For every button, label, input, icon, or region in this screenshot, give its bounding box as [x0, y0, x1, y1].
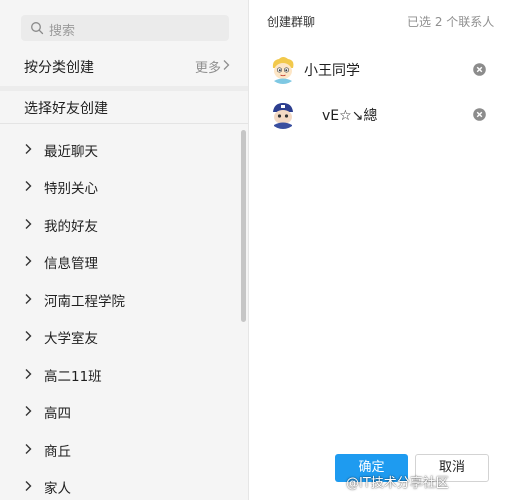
group-item[interactable]: 高四 [0, 395, 240, 427]
chevron-right-icon [25, 256, 32, 266]
selected-contact: vE☆↘總 [262, 95, 494, 135]
search-icon [31, 22, 44, 35]
group-item[interactable]: 信息管理 [0, 245, 240, 277]
chevron-right-icon [25, 294, 32, 304]
group-item[interactable]: 大学室友 [0, 320, 240, 352]
avatar [268, 99, 298, 129]
group-label: 高四 [44, 406, 71, 422]
group-label: 大学室友 [44, 331, 98, 347]
group-label: 高二11班 [44, 369, 102, 385]
group-label: 家人 [44, 481, 71, 497]
chevron-right-icon [25, 219, 32, 229]
group-item[interactable]: 特别关心 [0, 170, 240, 202]
avatar [268, 54, 298, 84]
group-label: 我的好友 [44, 219, 98, 235]
group-label: 特别关心 [44, 181, 98, 197]
chevron-right-icon [25, 144, 32, 154]
selected-contact-name: vE☆↘總 [322, 108, 378, 124]
group-item[interactable]: 高二11班 [0, 358, 240, 390]
create-by-category-row[interactable]: 按分类创建 更多 [0, 50, 248, 82]
chevron-right-icon [25, 369, 32, 379]
list-scrollbar[interactable] [241, 130, 246, 322]
group-label: 商丘 [44, 444, 71, 460]
group-label: 最近聊天 [44, 144, 98, 160]
remove-icon[interactable] [473, 108, 486, 121]
group-item[interactable]: 商丘 [0, 433, 240, 465]
group-label: 河南工程学院 [44, 294, 125, 310]
search-placeholder[interactable]: 搜索 [49, 20, 75, 39]
chevron-right-icon[interactable] [222, 59, 230, 71]
selected-count: 已选 2 个联系人 [407, 15, 495, 29]
search-box[interactable]: 搜索 [21, 15, 229, 41]
left-panel: 搜索 按分类创建 更多 选择好友创建 最近聊天 特别关心 我的好友 信息管理 河… [0, 0, 249, 500]
dialog-title: 创建群聊 [267, 15, 316, 29]
chevron-right-icon [25, 481, 32, 491]
chevron-right-icon [25, 406, 32, 416]
avatar-cartoon-icon [268, 99, 298, 129]
group-label: 信息管理 [44, 256, 98, 272]
group-item[interactable]: 我的好友 [0, 208, 240, 240]
selected-contact: 小王同学 [262, 50, 494, 90]
more-link[interactable]: 更多 [195, 57, 221, 76]
chevron-right-icon [25, 181, 32, 191]
group-item[interactable]: 最近聊天 [0, 133, 240, 165]
selected-contact-name: 小王同学 [304, 63, 360, 79]
group-item[interactable]: 家人 [0, 470, 240, 502]
avatar-cartoon-icon [268, 54, 298, 84]
remove-icon[interactable] [473, 63, 486, 76]
create-by-friend-row[interactable]: 选择好友创建 [0, 91, 248, 124]
watermark: @IT技术分享社区 [346, 476, 449, 491]
chevron-right-icon [25, 444, 32, 454]
chevron-right-icon [25, 331, 32, 341]
create-by-category-label: 按分类创建 [24, 60, 94, 76]
group-item[interactable]: 河南工程学院 [0, 283, 240, 315]
create-by-friend-label: 选择好友创建 [24, 101, 108, 117]
